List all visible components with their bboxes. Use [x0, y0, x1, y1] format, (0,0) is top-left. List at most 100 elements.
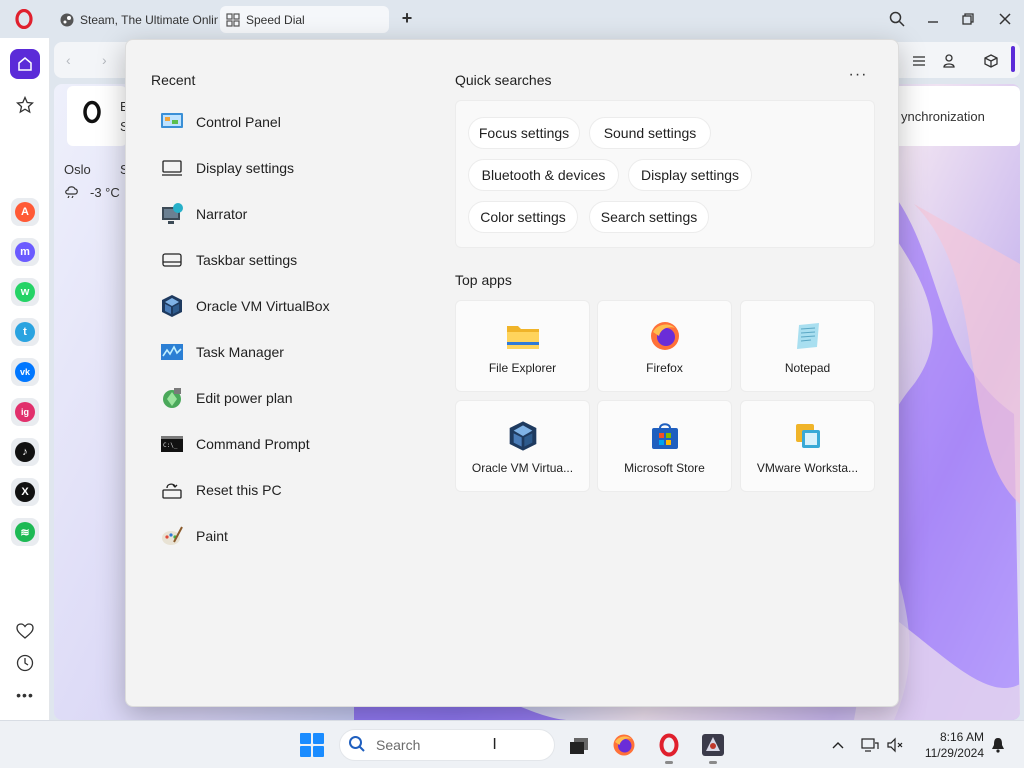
tray-chevron-up-icon[interactable]	[828, 735, 848, 755]
recent-item-control-panel[interactable]: Control Panel	[160, 104, 410, 140]
recent-item-command-prompt[interactable]: C:\_ Command Prompt	[160, 426, 410, 462]
recent-item-reset-pc[interactable]: Reset this PC	[160, 472, 410, 508]
control-panel-icon	[160, 110, 184, 134]
task-view-icon[interactable]	[565, 731, 593, 759]
search-tabs-icon[interactable]	[887, 9, 907, 29]
opera-sidebar: A m w t vk ig ♪ X ≋ •••	[0, 38, 50, 720]
quick-search-chip[interactable]: Color settings	[468, 201, 578, 233]
recent-item-taskbar-settings[interactable]: Taskbar settings	[160, 242, 410, 278]
restore-icon[interactable]	[958, 9, 978, 29]
extensions-icon[interactable]	[980, 50, 1002, 72]
opera-card[interactable]: E S	[67, 86, 129, 146]
sidebar-app-vk[interactable]: vk	[11, 358, 39, 386]
account-icon[interactable]	[938, 50, 960, 72]
home-icon[interactable]	[10, 49, 40, 79]
sync-card[interactable]: ynchronization	[899, 86, 1020, 146]
cloud-icon	[64, 184, 80, 201]
close-icon[interactable]	[995, 9, 1015, 29]
recent-item-virtualbox[interactable]: Oracle VM VirtualBox	[160, 288, 410, 324]
tab-speed-dial[interactable]: Speed Dial	[220, 6, 389, 33]
top-apps-title: Top apps	[455, 272, 512, 288]
quick-search-chip[interactable]: Display settings	[628, 159, 752, 191]
spotify-icon: ≋	[15, 522, 35, 542]
more-options-icon[interactable]: •••	[10, 680, 40, 710]
weather-widget[interactable]: Oslo S -3 °C	[62, 158, 129, 208]
recent-item-label: Edit power plan	[196, 390, 293, 406]
recent-title: Recent	[151, 72, 196, 88]
notification-bell-icon[interactable]	[988, 735, 1008, 755]
pinboard-star-icon[interactable]	[10, 90, 40, 120]
network-display-icon[interactable]	[860, 735, 880, 755]
opera-running-indicator	[665, 761, 673, 764]
narrator-icon	[160, 202, 184, 226]
telegram-icon: t	[15, 322, 35, 342]
top-app-file-explorer[interactable]: File Explorer	[455, 300, 590, 392]
top-app-notepad[interactable]: Notepad	[740, 300, 875, 392]
virtualbox-icon	[160, 294, 184, 318]
recent-item-label: Command Prompt	[196, 436, 310, 452]
opera-logo-icon[interactable]	[14, 8, 34, 30]
sidebar-app-messenger[interactable]: m	[11, 238, 39, 266]
quick-search-chip[interactable]: Focus settings	[468, 117, 580, 149]
notepad-icon	[791, 319, 825, 353]
search-placeholder: Search	[376, 737, 421, 753]
top-app-label: Notepad	[784, 361, 831, 375]
x-icon: X	[15, 482, 35, 502]
minimize-icon[interactable]	[923, 9, 943, 29]
quick-search-chip[interactable]: Sound settings	[589, 117, 711, 149]
quick-search-chip[interactable]: Search settings	[589, 201, 709, 233]
windows-start-icon[interactable]	[300, 733, 324, 757]
virtualbox-icon	[506, 419, 540, 453]
sidebar-app-tiktok[interactable]: ♪	[11, 438, 39, 466]
quick-search-chip[interactable]: Bluetooth & devices	[468, 159, 619, 191]
sidebar-app-instagram[interactable]: ig	[11, 398, 39, 426]
taskbar-opera-icon[interactable]	[655, 731, 683, 759]
sidebar-app-aria[interactable]: A	[11, 198, 39, 226]
recent-item-task-manager[interactable]: Task Manager	[160, 334, 410, 370]
instagram-icon: ig	[15, 402, 35, 422]
taskbar-firefox-icon[interactable]	[610, 731, 638, 759]
taskbar-search-box[interactable]: Search I	[339, 729, 555, 761]
sidebar-app-whatsapp[interactable]: w	[11, 278, 39, 306]
recent-item-display-settings[interactable]: Display settings	[160, 150, 410, 186]
tab-label: Speed Dial	[246, 12, 305, 27]
sync-label: ynchronization	[901, 108, 985, 124]
top-app-microsoft-store[interactable]: Microsoft Store	[597, 400, 732, 492]
recent-item-narrator[interactable]: Narrator	[160, 196, 410, 232]
vmware-icon	[791, 419, 825, 453]
volume-muted-icon[interactable]	[885, 735, 905, 755]
heart-icon[interactable]	[10, 616, 40, 646]
clock-date: 11/29/2024	[924, 746, 984, 760]
recent-item-label: Oracle VM VirtualBox	[196, 298, 330, 314]
top-app-vmware[interactable]: VMware Worksta...	[740, 400, 875, 492]
top-app-firefox[interactable]: Firefox	[597, 300, 732, 392]
clock-time: 8:16 AM	[939, 730, 984, 744]
sidebar-app-spotify[interactable]: ≋	[11, 518, 39, 546]
top-app-label: VMware Worksta...	[756, 461, 859, 475]
taskbar-clock[interactable]: 8:16 AM 11/29/2024	[912, 729, 984, 761]
search-icon	[348, 735, 366, 756]
forward-icon[interactable]: ›	[102, 52, 107, 68]
sidebar-app-x[interactable]: X	[11, 478, 39, 506]
tab-steam[interactable]: Steam, The Ultimate Onlin	[54, 6, 218, 33]
windows-taskbar: Search I 8:16 AM 11/29/2024	[0, 720, 1024, 768]
display-icon	[160, 156, 184, 180]
top-app-virtualbox[interactable]: Oracle VM Virtua...	[455, 400, 590, 492]
recent-item-label: Control Panel	[196, 114, 281, 130]
recent-item-label: Narrator	[196, 206, 248, 222]
history-clock-icon[interactable]	[10, 648, 40, 678]
taskbar-steam-app-icon[interactable]	[699, 731, 727, 759]
reset-icon	[160, 478, 184, 502]
new-tab-button[interactable]: +	[398, 9, 416, 27]
weather-city: Oslo	[64, 162, 91, 177]
easy-setup-icon[interactable]	[908, 50, 930, 72]
top-app-label: File Explorer	[488, 361, 557, 375]
power-plan-icon	[160, 386, 184, 410]
back-icon[interactable]: ‹	[66, 52, 71, 68]
firefox-icon	[648, 319, 682, 353]
sidebar-app-telegram[interactable]: t	[11, 318, 39, 346]
file-explorer-icon	[506, 319, 540, 353]
recent-item-edit-power-plan[interactable]: Edit power plan	[160, 380, 410, 416]
recent-item-paint[interactable]: Paint	[160, 518, 410, 554]
more-options-button[interactable]: ···	[848, 67, 868, 86]
